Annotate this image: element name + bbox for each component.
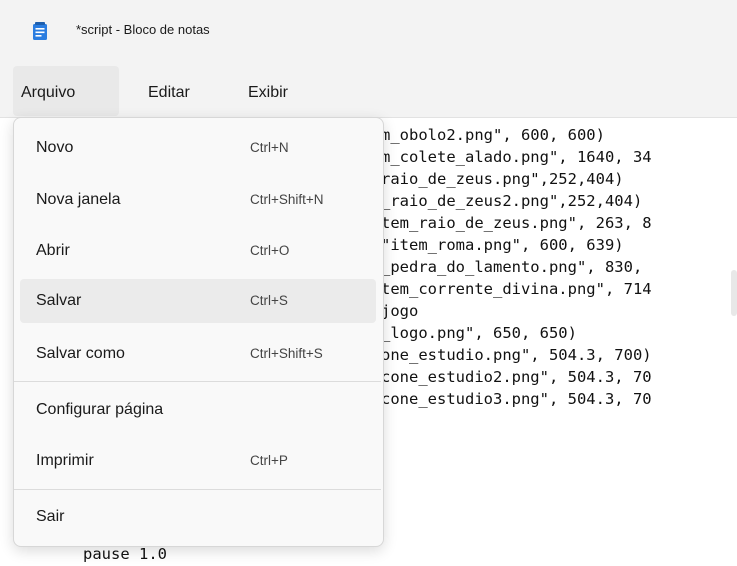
- menu-exibir[interactable]: Exibir: [248, 66, 308, 116]
- menu-item-imprimir[interactable]: Imprimir Ctrl+P: [20, 439, 376, 483]
- menu-editar[interactable]: Editar: [148, 66, 208, 116]
- menu-item-shortcut: Ctrl+Shift+S: [250, 346, 323, 361]
- editor-line: "item_roma.png", 600, 639): [381, 236, 624, 254]
- menu-item-label: Abrir: [36, 242, 70, 259]
- menu-item-label: Imprimir: [36, 452, 94, 469]
- editor-line: cone_estudio2.png", 504.3, 70: [381, 368, 652, 386]
- menu-editar-label: Editar: [148, 84, 190, 101]
- menu-item-label: Salvar como: [36, 345, 125, 362]
- menu-item-label: Salvar: [36, 292, 82, 309]
- scrollbar-thumb[interactable]: [731, 270, 737, 316]
- editor-line: tem_raio_de_zeus.png", 263, 8: [381, 214, 652, 232]
- menu-item-sair[interactable]: Sair: [20, 495, 376, 539]
- editor-line: raio_de_zeus.png",252,404): [381, 170, 624, 188]
- menu-item-novo[interactable]: Novo Ctrl+N: [20, 126, 376, 170]
- editor-line: jogo: [381, 302, 419, 320]
- notepad-icon: [33, 22, 47, 40]
- menu-item-shortcut: Ctrl+P: [250, 453, 288, 468]
- menu-item-shortcut: Ctrl+O: [250, 243, 290, 258]
- editor-line: m_colete_alado.png", 1640, 34: [381, 148, 652, 166]
- editor-line: m_obolo2.png", 600, 600): [381, 126, 605, 144]
- menu-item-label: Configurar página: [36, 401, 164, 418]
- menu-item-shortcut: Ctrl+Shift+N: [250, 192, 324, 207]
- title-bar: *script - Bloco de notas: [0, 0, 737, 58]
- menu-bar: Arquivo Editar Exibir: [0, 66, 737, 116]
- editor-line-pause: pause 1.0: [83, 545, 167, 563]
- menu-separator: [14, 489, 381, 490]
- menu-item-label: Novo: [36, 139, 74, 156]
- menu-item-abrir[interactable]: Abrir Ctrl+O: [20, 229, 376, 273]
- editor-line: cone_estudio3.png", 504.3, 70: [381, 390, 652, 408]
- editor-line: _pedra_do_lamento.png", 830,: [381, 258, 643, 276]
- menu-arquivo[interactable]: Arquivo: [13, 66, 119, 116]
- editor-line: one_estudio.png", 504.3, 700): [381, 346, 652, 364]
- menu-item-salvar-como[interactable]: Salvar como Ctrl+Shift+S: [20, 332, 376, 376]
- menu-exibir-label: Exibir: [248, 84, 289, 101]
- editor-line: _logo.png", 650, 650): [381, 324, 577, 342]
- file-menu-dropdown: Novo Ctrl+N Nova janela Ctrl+Shift+N Abr…: [13, 117, 384, 547]
- menu-arquivo-label: Arquivo: [21, 84, 76, 101]
- menu-item-shortcut: Ctrl+S: [250, 293, 288, 308]
- menu-item-configurar-pagina[interactable]: Configurar página: [20, 388, 376, 432]
- menu-item-label: Sair: [36, 508, 65, 525]
- window-title: *script - Bloco de notas: [76, 22, 210, 37]
- menu-item-nova-janela[interactable]: Nova janela Ctrl+Shift+N: [20, 178, 376, 222]
- editor-line: _raio_de_zeus2.png",252,404): [381, 192, 643, 210]
- menu-item-salvar[interactable]: Salvar Ctrl+S: [20, 279, 376, 323]
- editor-line: tem_corrente_divina.png", 714: [381, 280, 652, 298]
- menu-item-label: Nova janela: [36, 191, 121, 208]
- menu-separator: [14, 381, 381, 382]
- menu-item-shortcut: Ctrl+N: [250, 140, 289, 155]
